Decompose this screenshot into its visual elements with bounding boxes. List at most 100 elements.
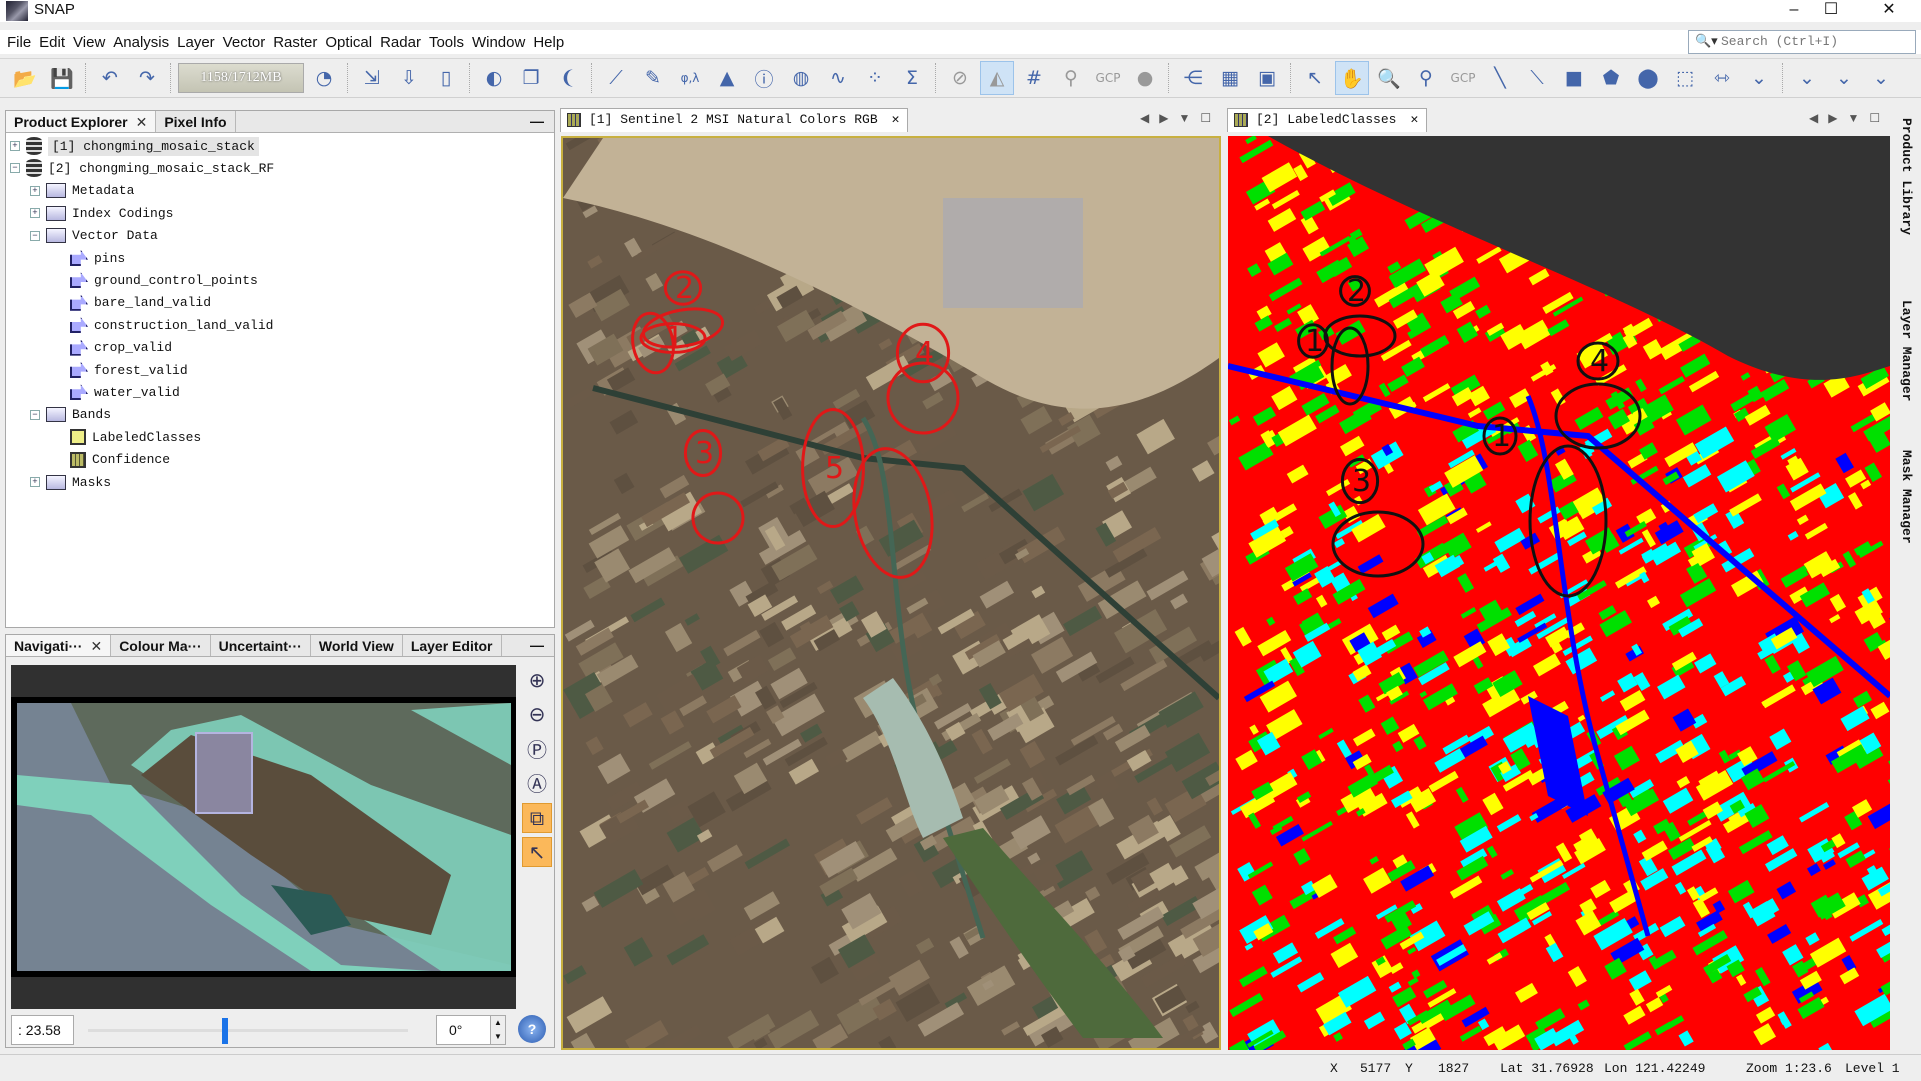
- classes-image-canvas[interactable]: 21413: [1228, 136, 1890, 1050]
- sync-cursor-button[interactable]: ↖: [522, 837, 552, 867]
- menu-layer[interactable]: Layer: [174, 34, 220, 51]
- menu-optical[interactable]: Optical: [322, 34, 377, 51]
- phi-lambda-icon[interactable]: φ,λ: [673, 61, 707, 95]
- sidebar-layer-manager[interactable]: Layer Manager: [1899, 300, 1914, 401]
- tree-item[interactable]: crop_valid: [58, 337, 172, 359]
- navigation-overview[interactable]: [11, 665, 516, 1009]
- pin-overlay-icon[interactable]: ⚲: [1054, 61, 1088, 95]
- scatter-plot-icon[interactable]: ⁘: [858, 61, 892, 95]
- export-down-icon[interactable]: ⇩: [392, 61, 426, 95]
- maximize-button[interactable]: ☐: [1808, 0, 1854, 22]
- tree-item[interactable]: + Index Codings: [30, 202, 173, 224]
- tab-rgb-view[interactable]: [1] Sentinel 2 MSI Natural Colors RGB ✕: [560, 108, 909, 132]
- help-icon[interactable]: ?: [518, 1015, 546, 1043]
- polygon-drawing-icon[interactable]: ⬟: [1594, 61, 1628, 95]
- view-controls[interactable]: ◀ ▶ ▼ ☐: [1140, 111, 1211, 125]
- gc-clock-icon[interactable]: ◔: [307, 61, 341, 95]
- more-icon[interactable]: ⌄: [1864, 61, 1898, 95]
- view-controls[interactable]: ◀ ▶ ▼ ☐: [1809, 111, 1880, 125]
- tab-classes-view[interactable]: [2] LabeledClasses ✕: [1227, 108, 1428, 132]
- tab-worldview[interactable]: World View: [311, 635, 403, 656]
- menu-edit[interactable]: Edit: [36, 34, 70, 51]
- line-drawing-icon[interactable]: ╲: [1483, 61, 1517, 95]
- tree-item[interactable]: + Metadata: [30, 180, 134, 202]
- close-button[interactable]: ✕: [1866, 0, 1912, 22]
- minimize-panel-button[interactable]: —: [520, 111, 554, 132]
- close-tab-icon[interactable]: ✕: [90, 635, 102, 656]
- memory-indicator[interactable]: 1158/1712MB: [178, 63, 304, 93]
- tree-item[interactable]: + Masks: [30, 471, 111, 493]
- menu-radar[interactable]: Radar: [377, 34, 426, 51]
- search-input[interactable]: 🔍▾ Search (Ctrl+I): [1688, 30, 1916, 54]
- menu-analysis[interactable]: Analysis: [110, 34, 174, 51]
- tree-item[interactable]: − Vector Data: [30, 225, 158, 247]
- zoom-slider-thumb[interactable]: [222, 1018, 229, 1044]
- wind-glyph-icon[interactable]: ❨: [551, 61, 585, 95]
- tab-colourma[interactable]: Colour Ma···: [111, 635, 211, 656]
- save-product-icon[interactable]: 💾: [45, 61, 79, 95]
- graph-builder-icon[interactable]: ⋲: [1176, 61, 1210, 95]
- menu-raster[interactable]: Raster: [270, 34, 322, 51]
- tree-item[interactable]: + [1] chongming_mosaic_stack: [10, 135, 259, 157]
- redo-icon[interactable]: ↷: [130, 61, 164, 95]
- histogram-icon[interactable]: ▲: [710, 61, 744, 95]
- collapse-icon[interactable]: −: [30, 409, 40, 420]
- export-file-icon[interactable]: ▯: [429, 61, 463, 95]
- pin-placing-icon[interactable]: ⚲: [1409, 61, 1443, 95]
- sigma-statistics-icon[interactable]: Σ: [895, 61, 929, 95]
- expand-icon[interactable]: +: [30, 185, 40, 196]
- open-product-icon[interactable]: 📂: [8, 61, 42, 95]
- tree-item[interactable]: Confidence: [58, 449, 170, 471]
- mask-overlay-icon[interactable]: ●: [1128, 61, 1162, 95]
- tab-uncertaint[interactable]: Uncertaint···: [211, 635, 311, 656]
- statistics-image-icon[interactable]: ◍: [784, 61, 818, 95]
- profile-plot-icon[interactable]: ∿: [821, 61, 855, 95]
- information-icon[interactable]: ⓘ: [747, 61, 781, 95]
- expand-icon[interactable]: +: [10, 141, 20, 151]
- spectrum-view-icon[interactable]: ⟋: [599, 61, 633, 95]
- close-tab-icon[interactable]: ✕: [892, 109, 900, 132]
- minimize-panel-button[interactable]: —: [520, 635, 554, 656]
- edit-icon[interactable]: ✎: [636, 61, 670, 95]
- tree-item[interactable]: − Bands: [30, 404, 111, 426]
- tree-item[interactable]: construction_land_valid: [58, 314, 273, 336]
- tree-item[interactable]: − [2] chongming_mosaic_stack_RF: [10, 157, 274, 179]
- gcp-placing-icon[interactable]: GCP: [1446, 61, 1480, 95]
- rotation-spinner[interactable]: ▲ ▼: [490, 1015, 506, 1045]
- overlay-world-map-icon[interactable]: ◭: [980, 61, 1014, 95]
- graticule-icon[interactable]: #: [1017, 61, 1051, 95]
- zoom-out-button[interactable]: ⊖: [522, 699, 552, 729]
- menu-file[interactable]: File: [4, 34, 36, 51]
- tree-item[interactable]: LabeledClasses: [58, 426, 201, 448]
- menu-window[interactable]: Window: [469, 34, 530, 51]
- range-finder-icon[interactable]: ⇿: [1705, 61, 1739, 95]
- sidebar-mask-manager[interactable]: Mask Manager: [1899, 450, 1914, 544]
- tree-item[interactable]: ground_control_points: [58, 269, 258, 291]
- gcp-overlay-icon[interactable]: GCP: [1091, 61, 1125, 95]
- spectral-unmixing-icon[interactable]: ▣: [1250, 61, 1284, 95]
- more-icon[interactable]: ⌄: [1827, 61, 1861, 95]
- close-tab-icon[interactable]: ✕: [136, 111, 148, 132]
- expand-icon[interactable]: +: [30, 208, 40, 219]
- tab-productexplorer[interactable]: Product Explorer ✕: [6, 111, 157, 132]
- zoom-slider-track[interactable]: [88, 1029, 408, 1032]
- menu-vector[interactable]: Vector: [220, 34, 271, 51]
- menu-view[interactable]: View: [70, 34, 110, 51]
- ellipse-drawing-icon[interactable]: ⬤: [1631, 61, 1665, 95]
- magic-wand-icon[interactable]: ⬚: [1668, 61, 1702, 95]
- menu-help[interactable]: Help: [530, 34, 569, 51]
- zoom-pixel-button[interactable]: Ⓟ: [522, 733, 552, 763]
- import-vector-icon[interactable]: ⇲: [355, 61, 389, 95]
- rectangle-drawing-icon[interactable]: ■: [1557, 61, 1591, 95]
- sidebar-product-library[interactable]: Product Library: [1899, 118, 1914, 235]
- band-maths-window-icon[interactable]: ❐: [514, 61, 548, 95]
- tab-navigati[interactable]: Navigati··· ✕: [6, 635, 112, 656]
- tree-item[interactable]: pins: [58, 247, 125, 269]
- tree-item[interactable]: forest_valid: [58, 359, 188, 381]
- zoom-tool-icon[interactable]: 🔍: [1372, 61, 1406, 95]
- zoom-factor-field[interactable]: : 23.58: [11, 1015, 74, 1045]
- batch-processing-icon[interactable]: ▦: [1213, 61, 1247, 95]
- rgb-image-canvas[interactable]: 21435: [561, 136, 1221, 1050]
- menu-tools[interactable]: Tools: [426, 34, 469, 51]
- collapse-icon[interactable]: −: [30, 230, 40, 241]
